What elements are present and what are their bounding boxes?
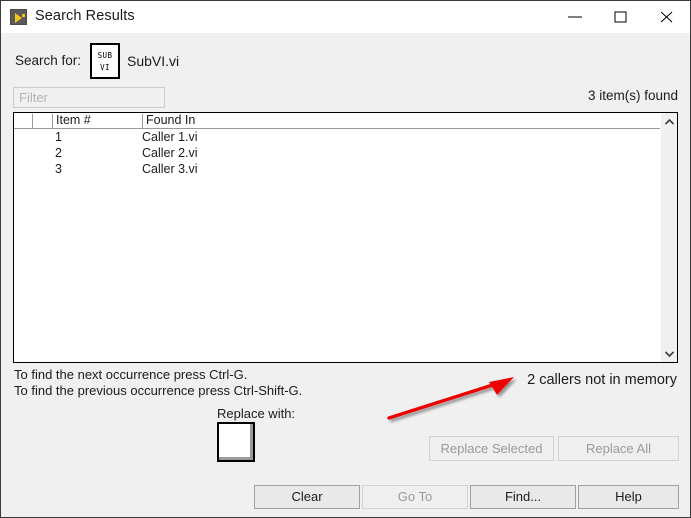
- title-bar: Search Results: [1, 1, 690, 34]
- annotation-label: 2 callers not in memory: [527, 372, 677, 388]
- results-list[interactable]: Item # Found In 1 Caller 1.vi 2 Caller 2…: [13, 112, 678, 363]
- vertical-scrollbar[interactable]: [660, 113, 677, 362]
- filter-input[interactable]: [13, 87, 165, 108]
- row-found-in: Caller 3.vi: [142, 162, 198, 176]
- column-separator-3[interactable]: [142, 114, 143, 128]
- scroll-down-button[interactable]: [661, 345, 677, 362]
- go-to-button[interactable]: Go To: [362, 485, 468, 509]
- replace-with-label: Replace with:: [217, 406, 296, 421]
- labview-icon-dot: [22, 14, 25, 17]
- table-row[interactable]: 2 Caller 2.vi: [14, 146, 677, 162]
- clear-button[interactable]: Clear: [254, 485, 360, 509]
- list-header: Item # Found In: [14, 113, 677, 129]
- row-item-number: 2: [55, 146, 62, 160]
- replace-all-button[interactable]: Replace All: [558, 436, 679, 461]
- column-header-item-number[interactable]: Item #: [56, 113, 91, 127]
- search-for-label: Search for:: [15, 53, 82, 68]
- minimize-icon: [568, 16, 582, 18]
- hint-next-occurrence: To find the next occurrence press Ctrl-G…: [14, 367, 248, 382]
- replace-with-swatch[interactable]: [217, 422, 255, 462]
- labview-icon-triangle: [15, 13, 22, 23]
- labview-icon: [10, 9, 27, 25]
- find-button[interactable]: Find...: [470, 485, 576, 509]
- subvi-icon-line1: SUB: [97, 51, 113, 60]
- chevron-down-icon: [665, 351, 674, 357]
- maximize-icon: [614, 11, 627, 23]
- chevron-up-icon: [665, 119, 674, 125]
- column-separator-2[interactable]: [52, 114, 53, 128]
- help-button[interactable]: Help: [578, 485, 679, 509]
- row-item-number: 3: [55, 162, 62, 176]
- row-found-in: Caller 1.vi: [142, 130, 198, 144]
- scroll-up-button[interactable]: [661, 113, 677, 130]
- search-target-name: SubVI.vi: [127, 53, 180, 69]
- column-header-found-in[interactable]: Found In: [146, 113, 195, 127]
- row-item-number: 1: [55, 130, 62, 144]
- subvi-icon-line2: VI: [100, 63, 110, 72]
- items-found-status: 3 item(s) found: [587, 88, 678, 103]
- table-row[interactable]: 1 Caller 1.vi: [14, 130, 677, 146]
- close-icon: [660, 11, 673, 23]
- replace-selected-button[interactable]: Replace Selected: [429, 436, 554, 461]
- close-button[interactable]: [644, 1, 690, 32]
- column-separator-1[interactable]: [32, 114, 33, 128]
- window-title: Search Results: [35, 8, 135, 24]
- table-row[interactable]: 3 Caller 3.vi: [14, 162, 677, 178]
- row-found-in: Caller 2.vi: [142, 146, 198, 160]
- subvi-icon: SUB VI: [90, 43, 120, 79]
- results-rows: 1 Caller 1.vi 2 Caller 2.vi 3 Caller 3.v…: [14, 130, 677, 178]
- maximize-button[interactable]: [598, 1, 644, 32]
- hint-previous-occurrence: To find the previous occurrence press Ct…: [14, 383, 303, 398]
- minimize-button[interactable]: [552, 1, 598, 32]
- search-results-window: Search Results Search for: SUB VI SubVI.…: [0, 0, 691, 518]
